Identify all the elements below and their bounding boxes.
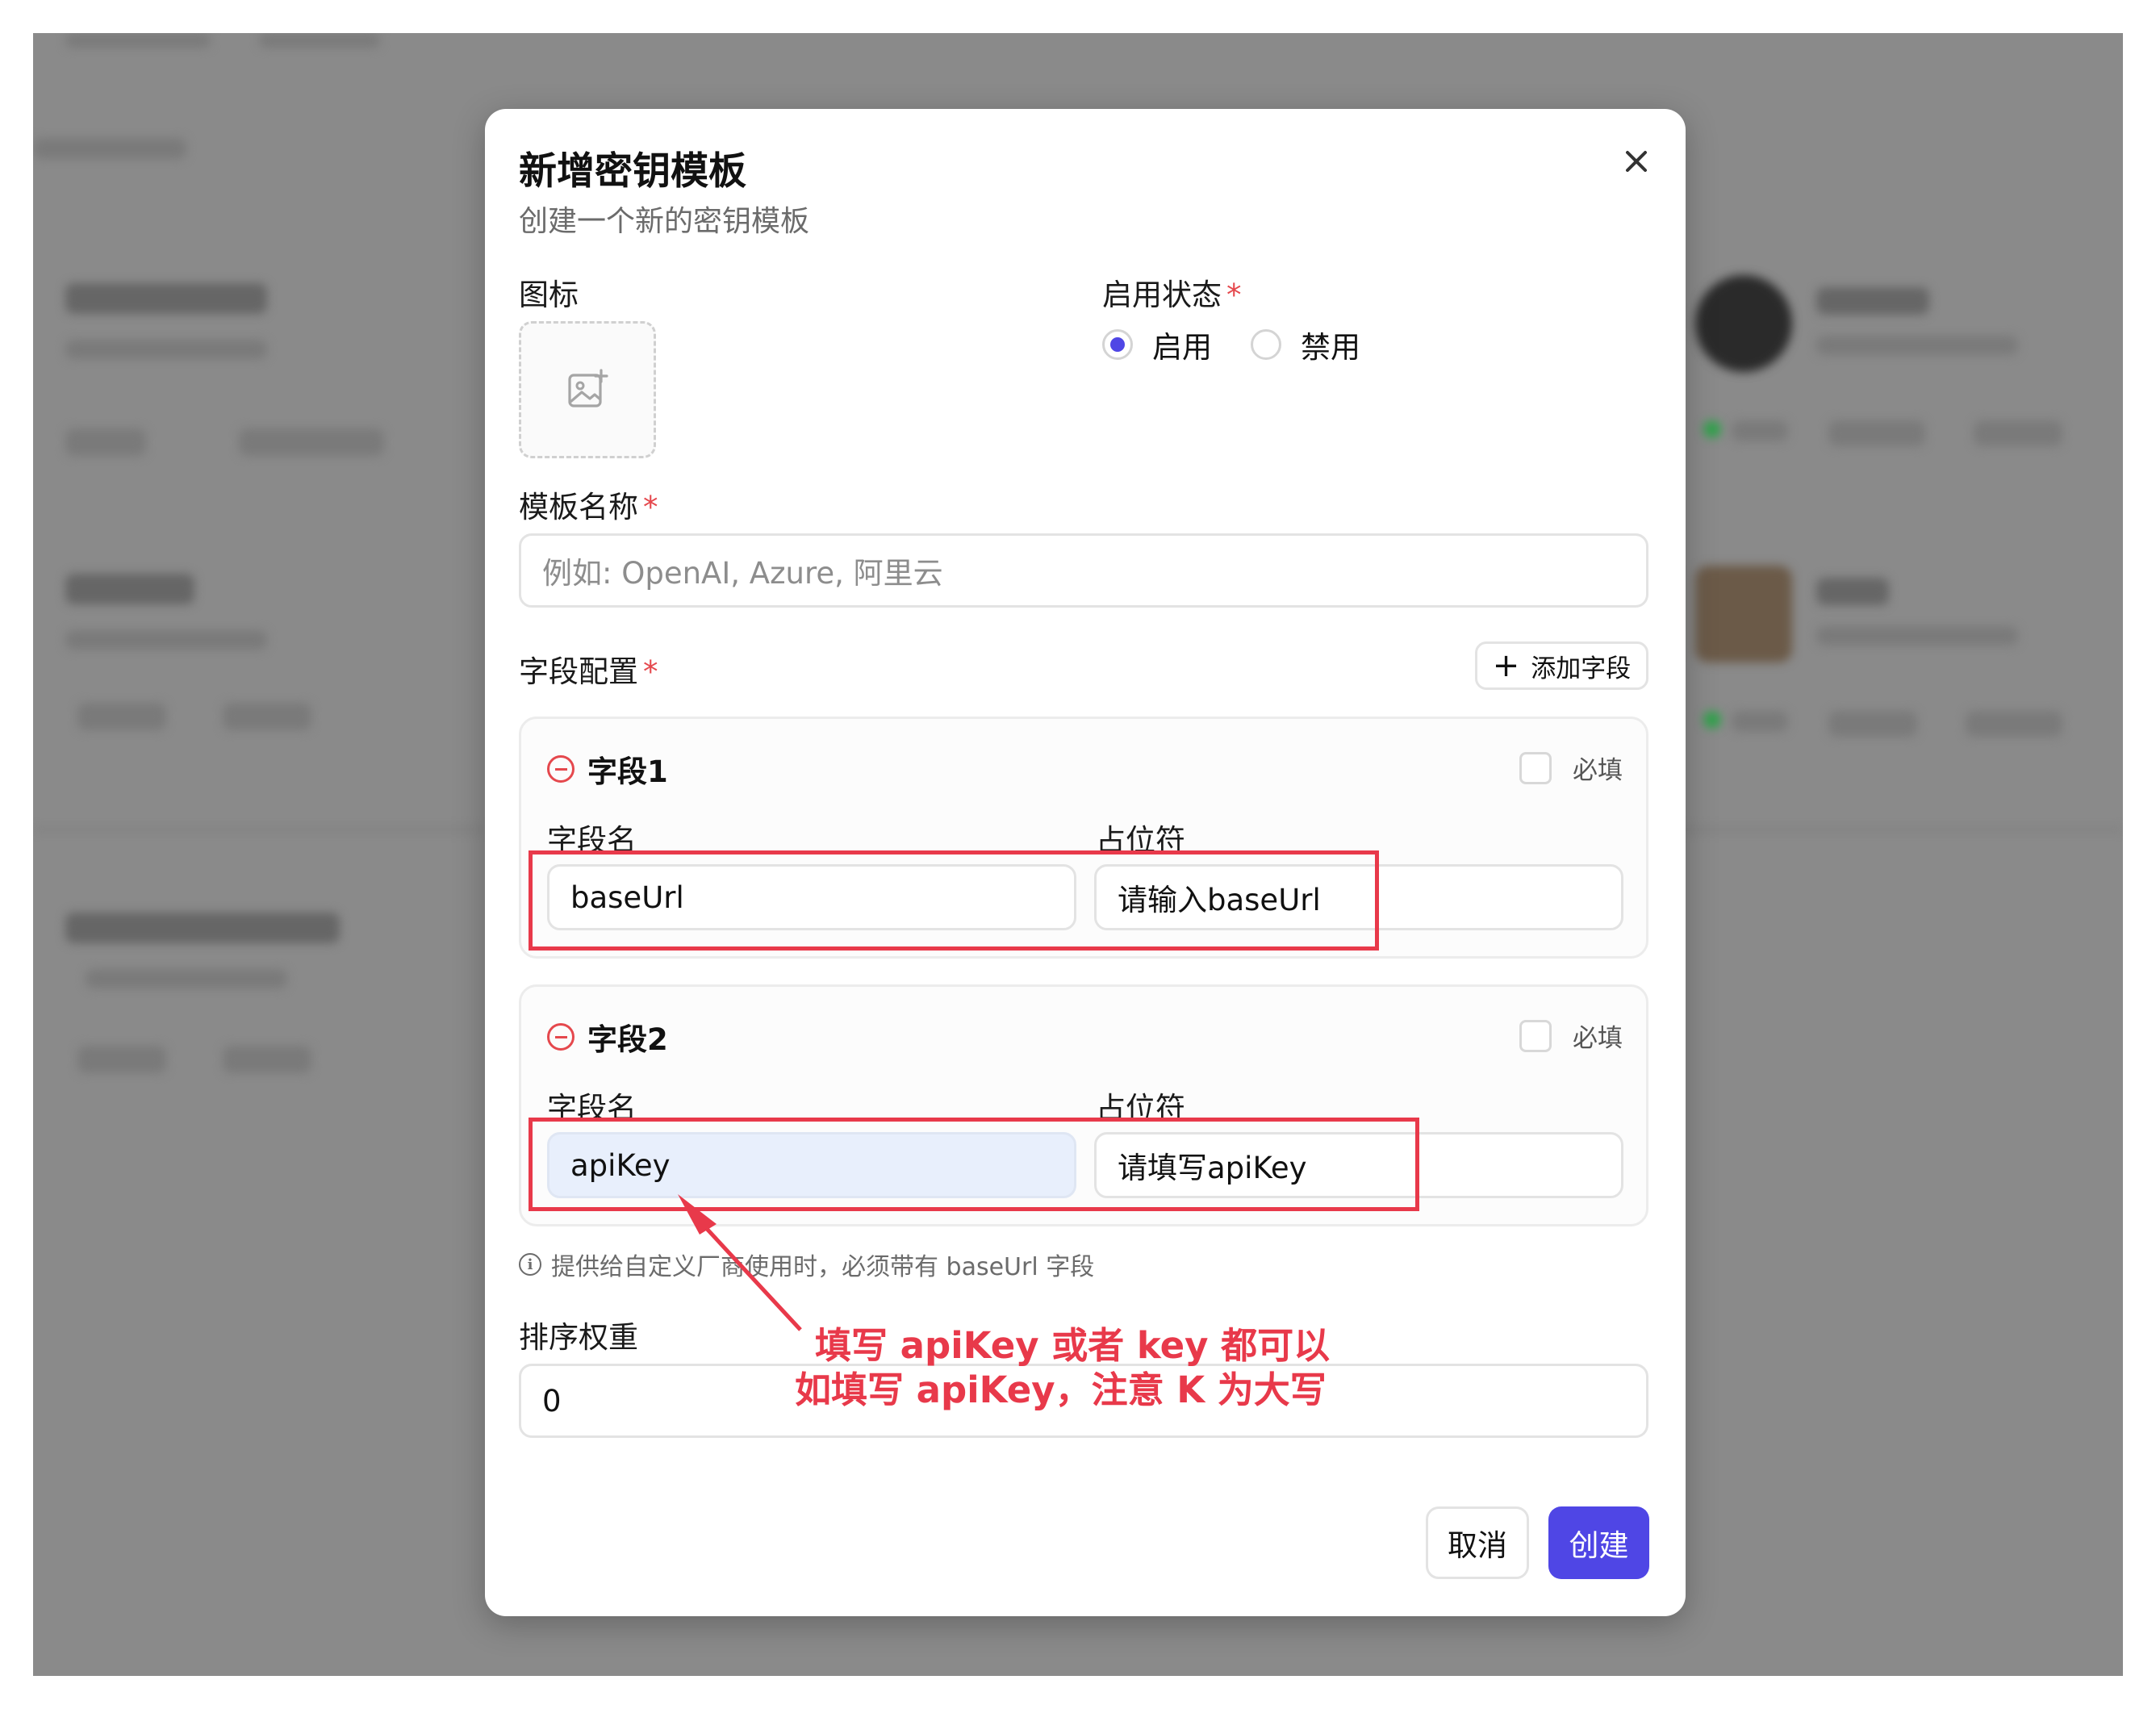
annotation-arrow-icon: [678, 1194, 802, 1331]
annotation-line-1: 填写 apiKey 或者 key 都可以: [815, 1324, 1331, 1367]
annotation-line-2: 如填写 apiKey，注意 K 为大写: [795, 1368, 1327, 1411]
